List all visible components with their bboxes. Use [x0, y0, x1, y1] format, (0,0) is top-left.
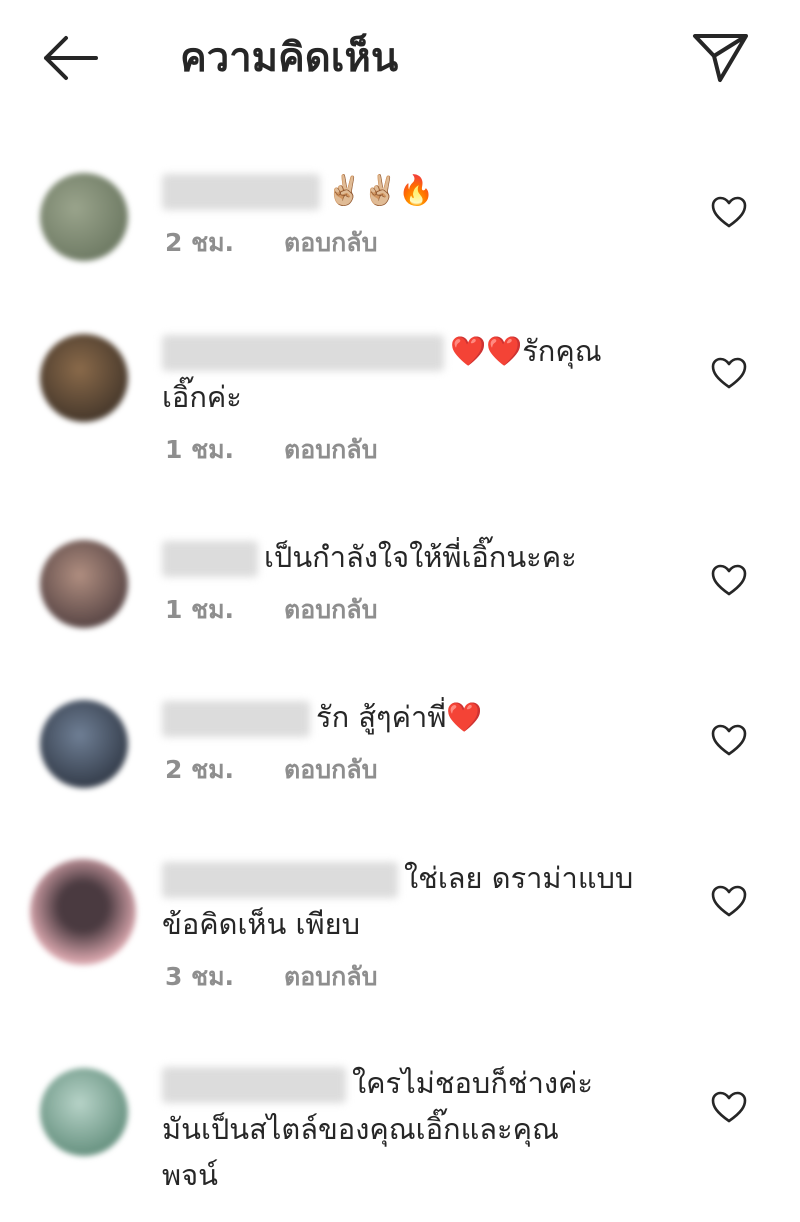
avatar[interactable]: [40, 540, 128, 628]
heart-icon[interactable]: [710, 195, 748, 229]
avatar[interactable]: [40, 173, 128, 261]
comment-text-line: ❤️❤️รักคุณ: [450, 334, 602, 368]
reply-button[interactable]: ตอบกลับ: [284, 435, 377, 464]
heart-icon[interactable]: [710, 563, 748, 597]
reply-button[interactable]: ตอบกลับ: [284, 595, 377, 624]
comment-username[interactable]: dao_blong: [162, 174, 320, 210]
comment-time: 3 ชม.: [165, 962, 235, 991]
reply-button[interactable]: ตอบกลับ: [284, 962, 377, 991]
comment-text-line: ใครไม่ชอบก็ช่างค่ะ: [352, 1066, 594, 1100]
comment-username[interactable]: pepper99: [162, 701, 310, 737]
comment-username[interactable]: nattapa2024: [162, 1067, 346, 1103]
paper-plane-icon: [693, 34, 748, 82]
comment-time: 2 ชม.: [165, 755, 235, 784]
comment-username[interactable]: 24_n_check_chada: [162, 335, 444, 371]
comment-text: เป็นกำลังใจให้พี่เอิ๊กนะคะ: [264, 540, 577, 574]
reply-button[interactable]: ตอบกลับ: [284, 755, 377, 784]
comment-text-line: พจน์: [162, 1158, 218, 1192]
comment-text: รัก สู้ๆค่าพี่❤️: [316, 700, 483, 734]
avatar[interactable]: [40, 1068, 128, 1156]
comment-text-line: ข้อคิดเห็น เพียบ: [162, 907, 360, 941]
avatar[interactable]: [40, 334, 128, 422]
comment-username[interactable]: ng_gee: [162, 541, 258, 577]
comment-text: ✌🏼✌🏼🔥: [326, 173, 435, 207]
comment-time: 2 ชม.: [165, 228, 235, 257]
reply-button[interactable]: ตอบกลับ: [284, 228, 377, 257]
heart-icon[interactable]: [710, 356, 748, 390]
heart-icon[interactable]: [710, 1090, 748, 1124]
page-title: ความคิดเห็น: [180, 35, 399, 81]
comment-time: 1 ชม.: [165, 435, 235, 464]
heart-icon[interactable]: [710, 723, 748, 757]
back-button[interactable]: [38, 30, 104, 86]
header-bar: ความคิดเห็น: [0, 0, 800, 120]
comment-username[interactable]: pingpalin_suay: [162, 862, 398, 898]
avatar[interactable]: [30, 859, 136, 965]
comment-text-line: ใช่เลย ดราม่าแบบ: [404, 861, 634, 895]
comment-time: 1 ชม.: [165, 595, 235, 624]
comment-text-line: เอิ๊กค่ะ: [162, 380, 242, 414]
avatar[interactable]: [40, 700, 128, 788]
heart-icon[interactable]: [710, 884, 748, 918]
share-button[interactable]: [690, 28, 752, 86]
comment-text-line: มันเป็นสไตล์ของคุณเอิ๊กและคุณ: [162, 1112, 559, 1146]
arrow-left-icon: [44, 36, 98, 80]
